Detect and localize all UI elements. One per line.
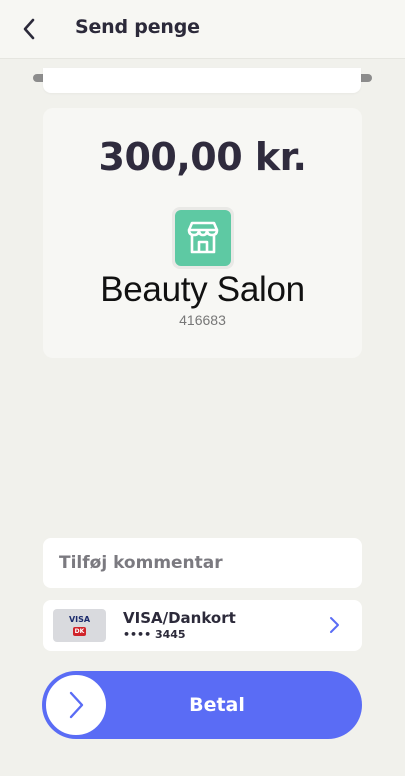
merchant-logo	[172, 207, 234, 269]
card-number: •••• 3445	[123, 628, 186, 641]
merchant-id: 416683	[179, 312, 226, 328]
page-title: Send penge	[75, 16, 200, 38]
card-name: VISA/Dankort	[123, 609, 236, 627]
visa-dankort-logo: VISA DK	[53, 609, 106, 642]
payment-amount: 300,00 kr.	[98, 135, 307, 179]
top-bar: Send penge	[0, 0, 405, 59]
pay-button-label: Betal	[189, 694, 245, 716]
chevron-right-icon	[330, 617, 339, 633]
store-icon	[187, 221, 219, 254]
slide-to-pay-handle[interactable]	[44, 673, 108, 737]
back-button[interactable]	[14, 14, 44, 44]
chevron-right-icon	[69, 691, 84, 719]
merchant-name: Beauty Salon	[100, 270, 305, 309]
payment-card-selector[interactable]: VISA DK VISA/Dankort •••• 3445	[43, 600, 362, 651]
chevron-left-icon	[23, 18, 35, 40]
pay-button[interactable]: Betal	[42, 671, 362, 739]
top-card-edge	[43, 68, 361, 93]
comment-input[interactable]: Tilføj kommentar	[43, 538, 362, 588]
